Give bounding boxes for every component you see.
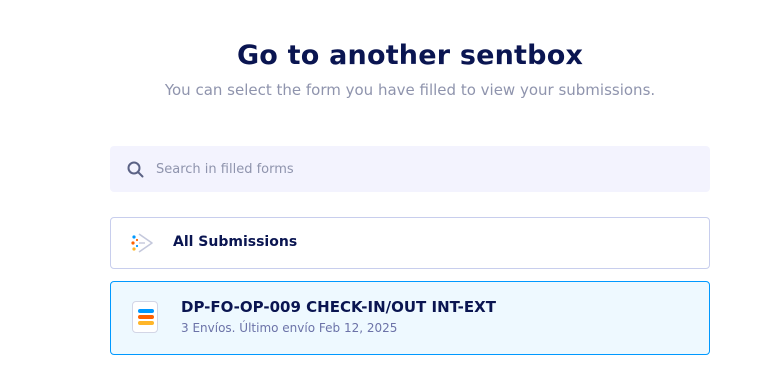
form-icon xyxy=(132,301,158,333)
page-header: Go to another sentbox You can select the… xyxy=(0,36,776,102)
form-submission-info: 3 Envíos. Último envío Feb 12, 2025 xyxy=(181,321,398,335)
search-input[interactable] xyxy=(154,153,678,185)
form-list-item[interactable]: DP-FO-OP-009 CHECK-IN/OUT INT-EXT 3 Enví… xyxy=(110,281,710,355)
form-title: DP-FO-OP-009 CHECK-IN/OUT INT-EXT xyxy=(181,298,496,316)
all-submissions-label: All Submissions xyxy=(173,234,298,250)
search-bar[interactable] xyxy=(110,146,710,192)
all-submissions-icon xyxy=(131,232,155,254)
page-title: Go to another sentbox xyxy=(236,40,584,71)
search-icon xyxy=(126,160,144,178)
page-subtitle: You can select the form you have filled … xyxy=(164,81,656,99)
all-submissions-item[interactable]: All Submissions xyxy=(110,217,710,269)
